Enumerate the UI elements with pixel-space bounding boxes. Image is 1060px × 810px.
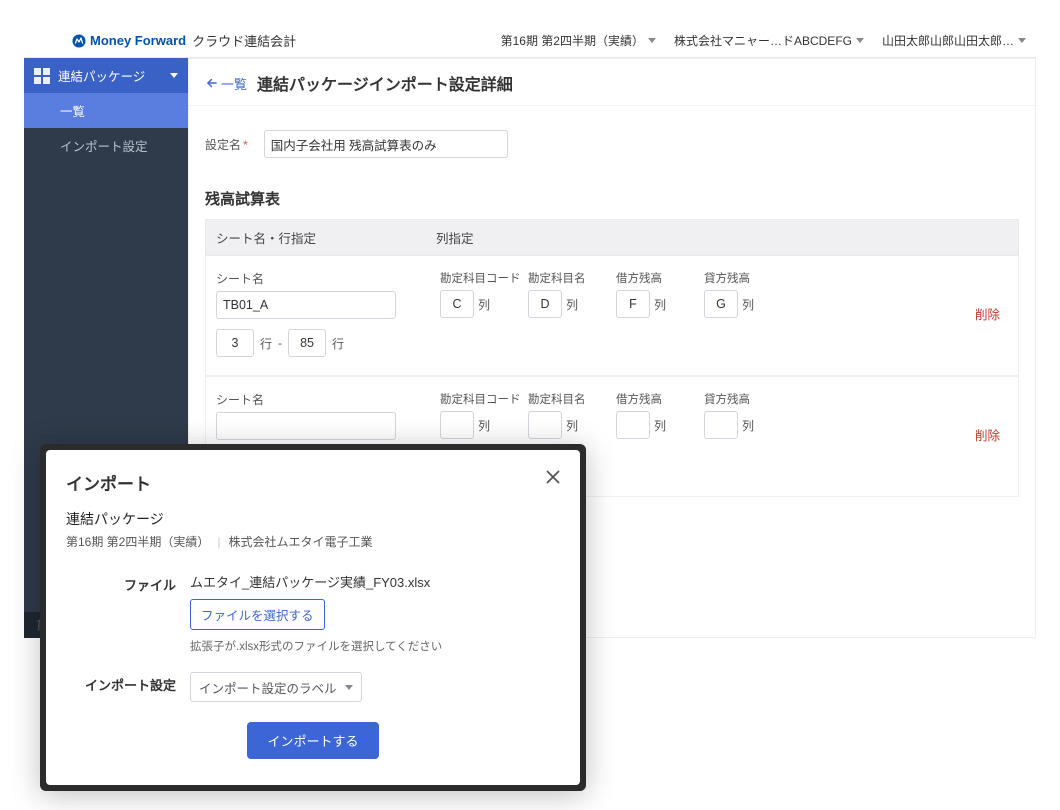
user-dropdown[interactable]: 山田太郎山郎山田太郎… [882, 32, 1026, 49]
file-hint: 拡張子が.xlsx形式のファイルを選択してください [190, 638, 560, 654]
sidebar-item-label: 一覧 [60, 105, 85, 119]
close-button[interactable] [542, 466, 564, 488]
sheet-label: シート名 [216, 270, 420, 287]
sidebar-item-list[interactable]: 一覧 [24, 93, 188, 128]
account-code-input[interactable] [440, 290, 474, 318]
account-name-input[interactable] [528, 411, 562, 439]
sidebar-header[interactable]: 連結パッケージ [24, 58, 188, 93]
account-name-label: 勘定科目名 [528, 270, 586, 286]
choose-file-button[interactable]: ファイルを選択する [190, 599, 325, 630]
sheet-label: シート名 [216, 391, 420, 408]
chevron-down-icon [648, 38, 656, 43]
page-header: 一覧 連結パッケージインポート設定詳細 [189, 59, 1035, 106]
back-link[interactable]: 一覧 [205, 74, 247, 93]
chevron-down-icon [345, 685, 353, 690]
back-label: 一覧 [221, 74, 247, 93]
period-dropdown[interactable]: 第16期 第2四半期（実績） [501, 32, 656, 49]
account-code-label: 勘定科目コード [440, 270, 498, 286]
account-name-label: 勘定科目名 [528, 391, 586, 407]
sidebar-header-label: 連結パッケージ [58, 66, 145, 85]
modal-company: 株式会社ムエタイ電子工業 [228, 533, 372, 550]
head-sheet-rows: シート名・行指定 [216, 228, 436, 247]
debit-label: 借方残高 [616, 391, 674, 407]
sidebar-item-import-settings[interactable]: インポート設定 [24, 128, 188, 163]
selected-filename: ムエタイ_連結パッケージ実績_FY03.xlsx [190, 572, 560, 591]
chevron-down-icon [170, 73, 178, 78]
import-setting-select[interactable]: インポート設定のラベル [190, 672, 362, 702]
delete-row-button[interactable]: 削除 [975, 425, 1008, 444]
submit-button[interactable]: インポートする [247, 722, 378, 759]
row-suffix: 行 [260, 335, 272, 352]
debit-input[interactable] [616, 290, 650, 318]
page-title: 連結パッケージインポート設定詳細 [257, 71, 513, 95]
select-value: インポート設定のラベル [199, 678, 337, 697]
debit-label: 借方残高 [616, 270, 674, 286]
sidebar-item-label: インポート設定 [60, 140, 148, 154]
table-header: シート名・行指定 列指定 [205, 219, 1019, 256]
row-suffix: 行 [332, 335, 344, 352]
account-code-label: 勘定科目コード [440, 391, 498, 407]
account-name-input[interactable] [528, 290, 562, 318]
file-label: ファイル [66, 572, 176, 594]
product-name: クラウド連結会計 [192, 31, 296, 50]
credit-input[interactable] [704, 411, 738, 439]
credit-label: 貸方残高 [704, 391, 762, 407]
company-dropdown[interactable]: 株式会社マニャー…ドABCDEFG [674, 32, 864, 49]
chevron-down-icon [856, 38, 864, 43]
import-modal: インポート 連結パッケージ 第16期 第2四半期（実績） | 株式会社ムエタイ電… [40, 444, 586, 791]
sheet-name-input[interactable] [216, 291, 396, 319]
delete-row-button[interactable]: 削除 [975, 304, 1008, 323]
account-code-input[interactable] [440, 411, 474, 439]
package-icon [34, 68, 50, 84]
modal-subtitle: 連結パッケージ [66, 509, 560, 529]
row-to-input[interactable] [288, 329, 326, 357]
modal-period: 第16期 第2四半期（実績） [66, 533, 209, 550]
section-title: 残高試算表 [205, 188, 1019, 209]
sheet-name-input[interactable] [216, 412, 396, 440]
topbar: Money Forward クラウド連結会計 第16期 第2四半期（実績） 株式… [24, 24, 1036, 58]
import-setting-label: インポート設定 [66, 672, 176, 694]
debit-input[interactable] [616, 411, 650, 439]
company-text: 株式会社マニャー…ドABCDEFG [674, 32, 852, 49]
chevron-down-icon [1018, 38, 1026, 43]
head-cols: 列指定 [436, 228, 474, 247]
credit-input[interactable] [704, 290, 738, 318]
brand-text: Money Forward [90, 33, 186, 48]
setting-name-label: 設定名* [205, 136, 248, 153]
setting-name-input[interactable] [264, 130, 508, 158]
setting-name-row: 設定名* [205, 130, 1019, 158]
user-text: 山田太郎山郎山田太郎… [882, 32, 1014, 49]
app-logo: Money Forward クラウド連結会計 [72, 31, 296, 50]
modal-title: インポート [66, 470, 560, 495]
period-text: 第16期 第2四半期（実績） [501, 32, 644, 49]
row-from-input[interactable] [216, 329, 254, 357]
credit-label: 貸方残高 [704, 270, 762, 286]
table-row: シート名 行 - 行 勘定科目コード 列 勘定科目名 列 [205, 256, 1019, 376]
